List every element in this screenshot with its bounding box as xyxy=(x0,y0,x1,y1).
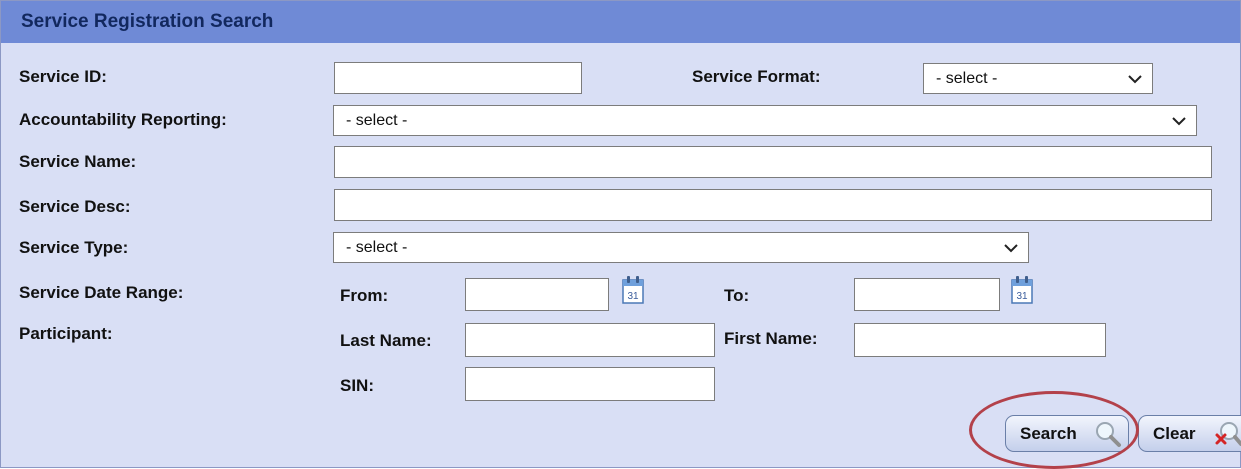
service-id-input[interactable] xyxy=(334,62,582,94)
clear-button-label: Clear xyxy=(1153,423,1196,443)
date-from-input[interactable] xyxy=(465,278,609,311)
last-name-label: Last Name: xyxy=(340,331,432,350)
calendar-icon[interactable]: 31 xyxy=(1011,275,1033,305)
service-name-input[interactable] xyxy=(334,146,1212,178)
service-id-label: Service ID: xyxy=(19,67,107,86)
chevron-down-icon xyxy=(1172,117,1186,126)
search-button[interactable]: Search xyxy=(1005,415,1129,452)
to-label: To: xyxy=(724,286,750,305)
first-name-input[interactable] xyxy=(854,323,1106,357)
date-to-input[interactable] xyxy=(854,278,1000,311)
chevron-down-icon xyxy=(1004,244,1018,253)
service-type-label: Service Type: xyxy=(19,238,129,257)
magnifier-icon xyxy=(1096,422,1121,447)
service-type-select[interactable]: - select - xyxy=(333,232,1029,263)
sin-label: SIN: xyxy=(340,376,374,395)
service-name-label: Service Name: xyxy=(19,152,137,171)
from-label: From: xyxy=(340,286,389,305)
first-name-label: First Name: xyxy=(724,329,818,348)
search-button-label: Search xyxy=(1020,423,1077,443)
service-date-range-label: Service Date Range: xyxy=(19,283,184,302)
calendar-icon[interactable]: 31 xyxy=(622,275,644,305)
accountability-reporting-selected: - select - xyxy=(346,111,408,129)
service-type-selected: - select - xyxy=(346,238,408,256)
calendar-day-text: 31 xyxy=(1016,291,1028,302)
panel-header: Service Registration Search xyxy=(1,1,1240,43)
magnifier-with-red-x-icon xyxy=(1215,422,1241,446)
last-name-input[interactable] xyxy=(465,323,715,357)
chevron-down-icon xyxy=(1128,75,1142,84)
service-format-label: Service Format: xyxy=(692,67,821,86)
clear-button[interactable]: Clear xyxy=(1138,415,1241,452)
service-desc-label: Service Desc: xyxy=(19,197,131,216)
page-title: Service Registration Search xyxy=(21,11,274,32)
calendar-day-text: 31 xyxy=(627,291,639,302)
service-desc-input[interactable] xyxy=(334,189,1212,221)
service-format-selected: - select - xyxy=(936,69,998,87)
accountability-reporting-label: Accountability Reporting: xyxy=(19,110,227,129)
accountability-reporting-select[interactable]: - select - xyxy=(333,105,1197,136)
service-format-select[interactable]: - select - xyxy=(923,63,1153,94)
participant-label: Participant: xyxy=(19,324,113,343)
sin-input[interactable] xyxy=(465,367,715,401)
search-panel: Service Registration Search Service ID: … xyxy=(0,0,1241,469)
